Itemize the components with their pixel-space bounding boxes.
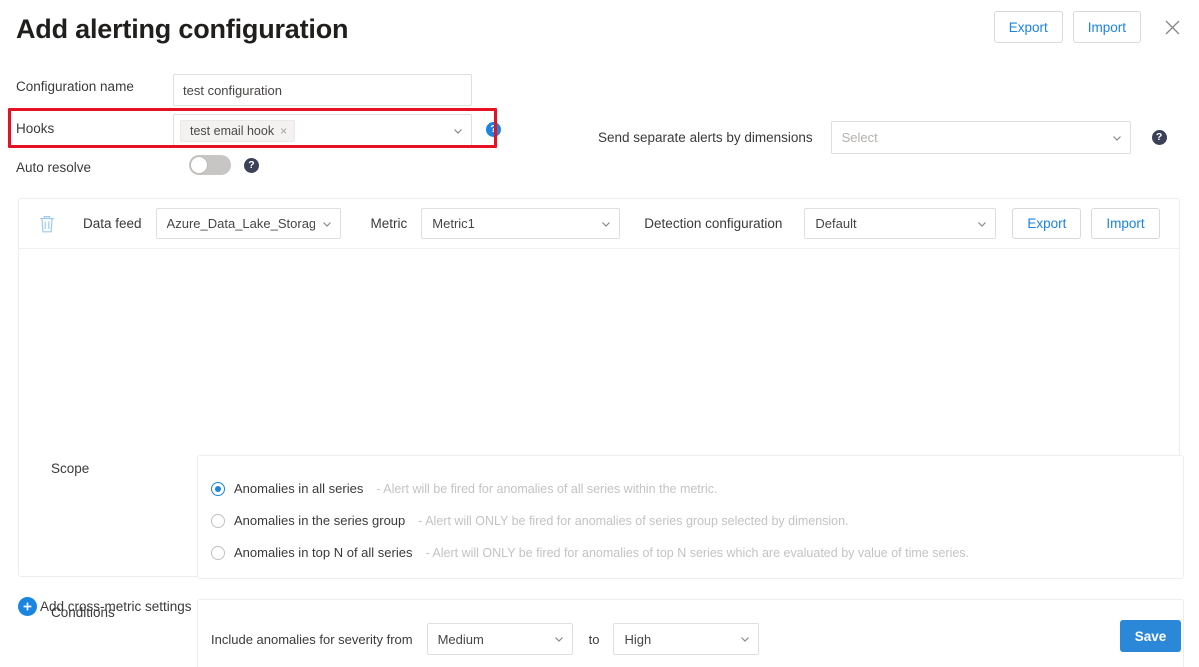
data-feed-label: Data feed — [83, 216, 142, 231]
chevron-down-icon — [976, 218, 988, 230]
hook-tag-remove-icon[interactable]: × — [280, 125, 287, 137]
severity-from-select[interactable]: Medium — [427, 623, 573, 655]
send-separate-alerts-value: Select — [842, 130, 878, 145]
auto-resolve-toggle-knob — [191, 157, 207, 173]
trash-icon[interactable] — [37, 213, 57, 235]
chevron-down-icon — [739, 633, 751, 645]
close-icon[interactable] — [1159, 14, 1185, 40]
scope-option-description: - Alert will ONLY be fired for anomalies… — [418, 514, 848, 528]
hook-tag[interactable]: test email hook × — [180, 120, 295, 142]
scope-option-description: - Alert will be fired for anomalies of a… — [376, 482, 717, 496]
chevron-down-icon — [1111, 132, 1123, 144]
configuration-name-input[interactable]: test configuration — [173, 74, 472, 106]
chevron-down-icon — [600, 218, 612, 230]
import-button[interactable]: Import — [1073, 11, 1141, 43]
chevron-down-icon — [553, 633, 565, 645]
header-actions: Export Import — [994, 11, 1185, 43]
metric-import-button[interactable]: Import — [1091, 208, 1159, 239]
metric-select[interactable]: Metric1 — [421, 208, 620, 239]
scope-panel: Anomalies in all series - Alert will be … — [197, 455, 1184, 579]
scope-option-all-series[interactable]: Anomalies in all series - Alert will be … — [211, 481, 1183, 496]
auto-resolve-toggle[interactable] — [189, 155, 231, 175]
detection-configuration-value: Default — [815, 216, 856, 231]
data-feed-select[interactable]: Azure_Data_Lake_Storage_Ge — [156, 208, 341, 239]
radio-icon[interactable] — [211, 514, 225, 528]
add-alerting-configuration-page: Add alerting configuration Export Import… — [0, 0, 1199, 667]
metric-label: Metric — [371, 216, 408, 231]
add-cross-metric-settings-button[interactable]: Add cross-metric settings — [18, 597, 192, 616]
send-separate-alerts-select[interactable]: Select — [831, 121, 1131, 154]
severity-to-value: High — [624, 632, 651, 647]
auto-resolve-help-icon[interactable]: ? — [244, 158, 259, 173]
metric-settings-card: Data feed Azure_Data_Lake_Storage_Ge Met… — [18, 198, 1180, 577]
scope-option-label: Anomalies in all series — [234, 481, 363, 496]
export-button[interactable]: Export — [994, 11, 1063, 43]
send-separate-alerts-label: Send separate alerts by dimensions — [598, 130, 813, 145]
send-separate-alerts-help-icon[interactable]: ? — [1152, 130, 1167, 145]
scope-option-top-n[interactable]: Anomalies in top N of all series - Alert… — [211, 545, 1183, 560]
hooks-label: Hooks — [16, 121, 166, 136]
page-title: Add alerting configuration — [16, 14, 348, 45]
chevron-down-icon — [321, 218, 333, 230]
scope-option-description: - Alert will ONLY be fired for anomalies… — [425, 546, 969, 560]
scope-option-series-group[interactable]: Anomalies in the series group - Alert wi… — [211, 513, 1183, 528]
auto-resolve-label: Auto resolve — [16, 160, 166, 175]
data-feed-value: Azure_Data_Lake_Storage_Ge — [167, 216, 315, 231]
detection-configuration-select[interactable]: Default — [804, 208, 996, 239]
conditions-panel: Include anomalies for severity from Medi… — [197, 599, 1184, 667]
scope-option-label: Anomalies in top N of all series — [234, 545, 412, 560]
scope-option-label: Anomalies in the series group — [234, 513, 405, 528]
plus-icon — [18, 597, 37, 616]
add-cross-metric-settings-label: Add cross-metric settings — [40, 599, 192, 614]
hook-tag-label: test email hook — [190, 124, 274, 138]
severity-to-select[interactable]: High — [613, 623, 759, 655]
scope-label: Scope — [51, 461, 89, 476]
hooks-help-icon[interactable]: ? — [486, 122, 501, 137]
severity-condition-row: Include anomalies for severity from Medi… — [211, 623, 1183, 655]
metric-value: Metric1 — [432, 216, 475, 231]
chevron-down-icon — [452, 125, 464, 137]
detection-configuration-label: Detection configuration — [644, 216, 782, 231]
metric-export-button[interactable]: Export — [1012, 208, 1081, 239]
radio-icon[interactable] — [211, 482, 225, 496]
configuration-name-label: Configuration name — [16, 79, 166, 94]
severity-to-label: to — [589, 632, 600, 647]
send-separate-alerts-row: Send separate alerts by dimensions Selec… — [598, 121, 1167, 154]
severity-prefix-label: Include anomalies for severity from — [211, 632, 413, 647]
metric-card-header: Data feed Azure_Data_Lake_Storage_Ge Met… — [19, 199, 1179, 249]
save-button[interactable]: Save — [1120, 620, 1181, 652]
severity-from-value: Medium — [438, 632, 484, 647]
radio-icon[interactable] — [211, 546, 225, 560]
hooks-select[interactable]: test email hook × — [173, 114, 472, 147]
